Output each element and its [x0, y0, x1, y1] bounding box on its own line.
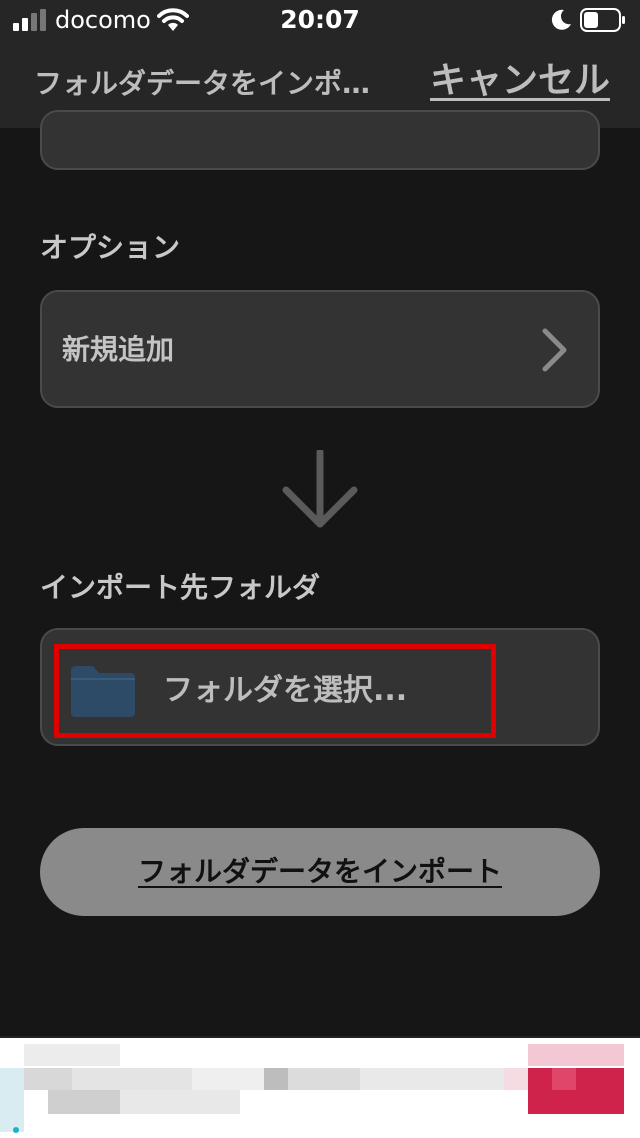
page-title: フォルダデータをインポ…	[34, 67, 371, 100]
import-folder-data-button[interactable]: フォルダデータをインポート	[40, 828, 600, 916]
clock: 20:07	[280, 5, 360, 34]
select-folder-label: フォルダを選択...	[163, 673, 408, 708]
options-section-label: オプション	[40, 231, 181, 264]
select-folder-highlight[interactable]: フォルダを選択...	[54, 644, 496, 738]
option-value: 新規追加	[62, 333, 175, 366]
import-button-label: フォルダデータをインポート	[137, 855, 502, 888]
arrow-down-icon	[282, 450, 358, 528]
option-selector[interactable]: 新規追加	[40, 290, 600, 408]
destination-section-label: インポート先フォルダ	[40, 571, 321, 604]
cancel-button[interactable]: キャンセル	[410, 56, 610, 106]
folder-icon	[71, 666, 135, 717]
ad-banner[interactable]	[0, 1036, 640, 1138]
previous-card[interactable]	[40, 110, 600, 170]
ad-image	[0, 1038, 640, 1138]
battery-icon	[580, 8, 625, 32]
chevron-right-icon	[542, 328, 567, 372]
moon-icon	[551, 9, 571, 30]
destination-folder-selector[interactable]: フォルダを選択...	[40, 628, 600, 746]
status-bar: docomo 20:07	[0, 0, 640, 40]
